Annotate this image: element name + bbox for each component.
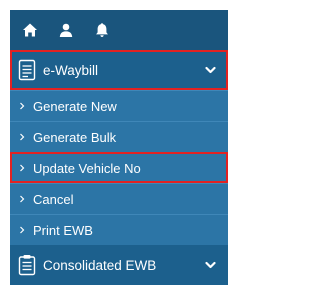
sidebar-panel: e-Waybill Generate New Generate Bulk Upd… <box>10 10 228 285</box>
submenu-generate-new[interactable]: Generate New <box>10 90 228 121</box>
submenu-label: Update Vehicle No <box>33 160 141 176</box>
submenu-cancel[interactable]: Cancel <box>10 183 228 214</box>
chevron-down-icon[interactable] <box>205 65 216 75</box>
chevron-down-icon[interactable] <box>205 260 216 270</box>
chevron-right-icon <box>20 226 25 234</box>
submenu-update-vehicle-no[interactable]: Update Vehicle No <box>10 152 228 183</box>
chevron-right-icon <box>20 164 25 172</box>
top-icon-bar <box>10 10 228 50</box>
menu-consolidated-ewb[interactable]: Consolidated EWB <box>10 245 228 285</box>
user-icon[interactable] <box>58 22 74 38</box>
bell-icon[interactable] <box>94 22 110 38</box>
chevron-right-icon <box>20 195 25 203</box>
submenu-label: Print EWB <box>33 222 93 238</box>
menu-consolidated-ewb-label: Consolidated EWB <box>43 257 157 273</box>
submenu-label: Generate New <box>33 98 117 114</box>
chevron-right-icon <box>20 133 25 141</box>
submenu-label: Generate Bulk <box>33 129 117 145</box>
home-icon[interactable] <box>22 22 38 38</box>
submenu-label: Cancel <box>33 191 74 207</box>
submenu-generate-bulk[interactable]: Generate Bulk <box>10 121 228 152</box>
clipboard-icon <box>18 255 36 276</box>
submenu-print-ewb[interactable]: Print EWB <box>10 214 228 245</box>
menu-ewaybill[interactable]: e-Waybill <box>10 50 228 90</box>
document-list-icon <box>18 59 36 81</box>
chevron-right-icon <box>20 102 25 110</box>
menu-ewaybill-label: e-Waybill <box>43 62 99 78</box>
